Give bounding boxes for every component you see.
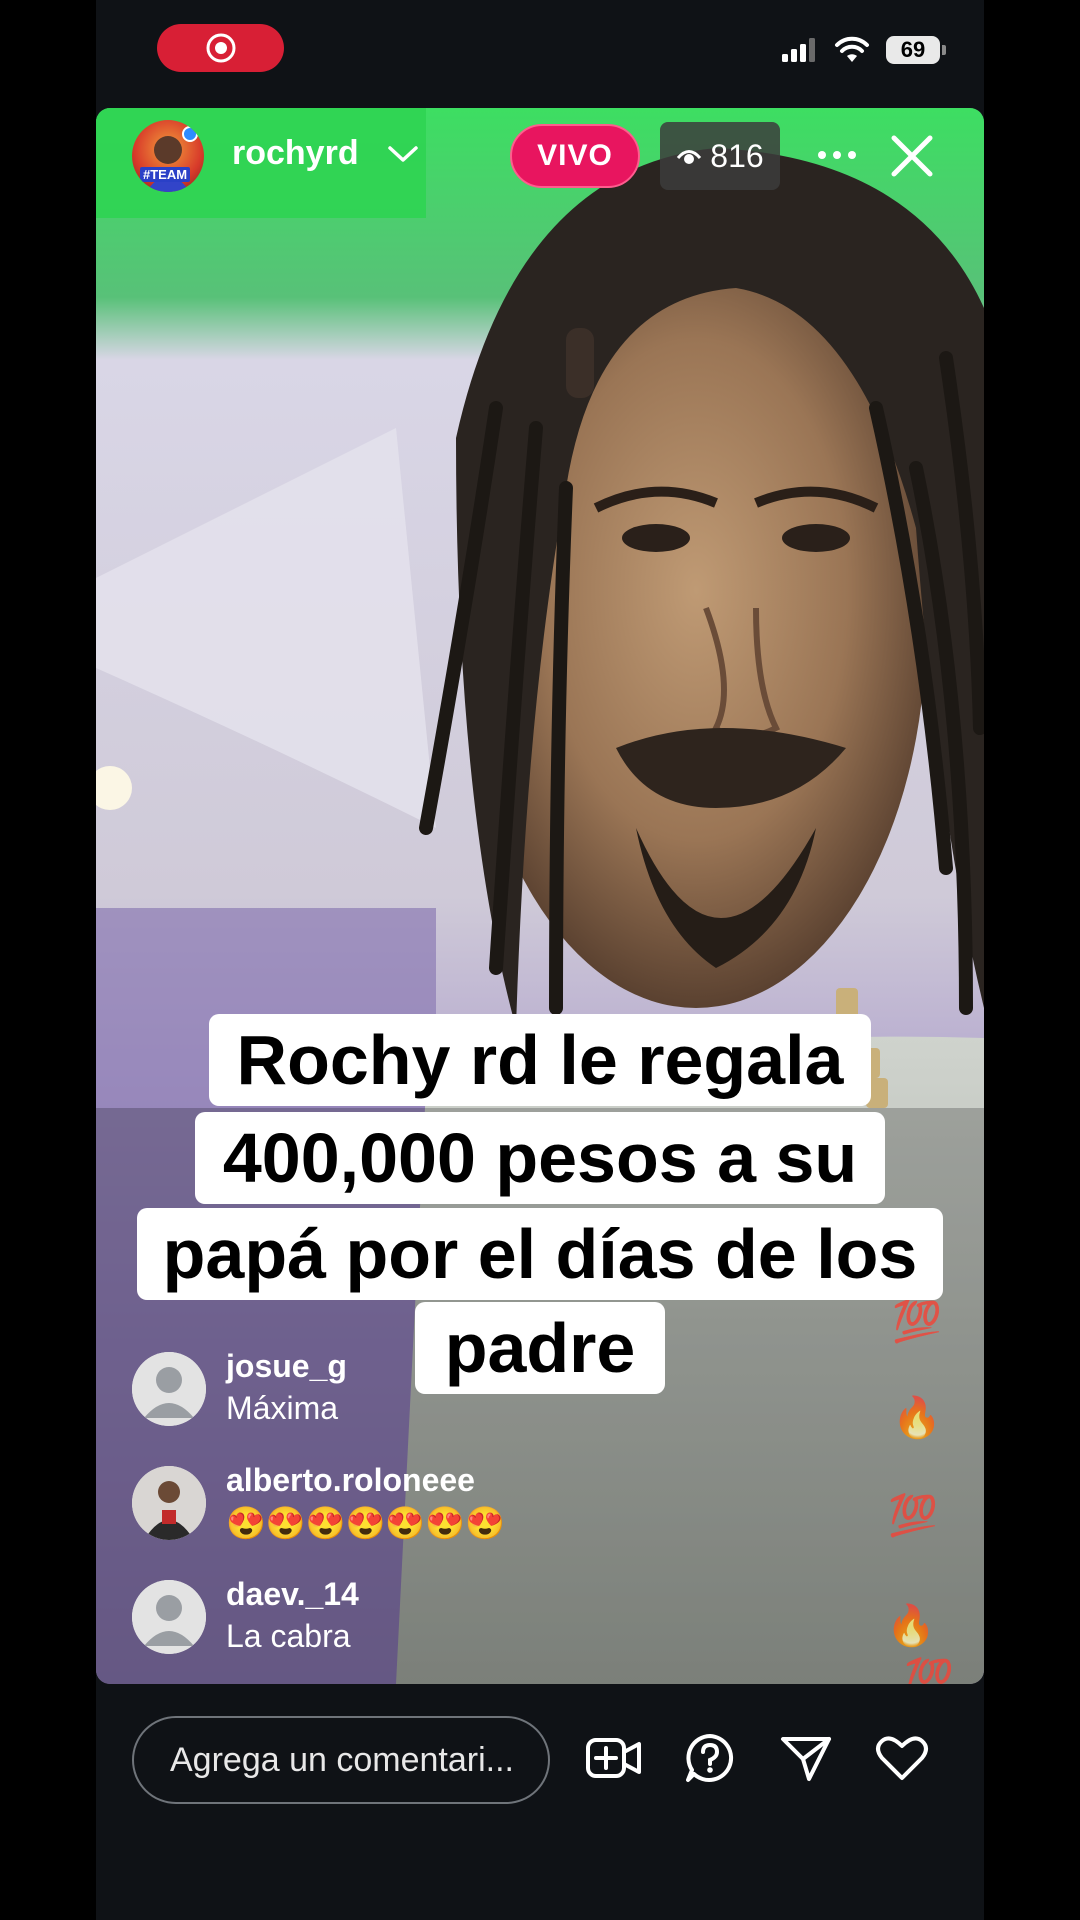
comment-text: La cabra	[226, 1618, 351, 1654]
add-video-button[interactable]	[584, 1728, 644, 1788]
heart-icon	[876, 1736, 928, 1780]
comment-item[interactable]: daev._14 La cabra	[132, 1576, 892, 1660]
phone-screen: 69 #TEAM rochyrd VIVO 816 josue_g Máxima…	[96, 0, 984, 1920]
send-icon	[781, 1737, 831, 1781]
more-dots-icon	[818, 151, 856, 159]
more-options-button[interactable]	[812, 130, 862, 180]
eye-icon	[677, 150, 702, 164]
comment-item[interactable]: alberto.roloneee 😍😍😍😍😍😍😍	[132, 1462, 892, 1546]
live-video[interactable]: #TEAM rochyrd VIVO 816 josue_g Máxima al…	[96, 108, 984, 1684]
viewer-count[interactable]: 816	[660, 122, 780, 190]
battery-indicator: 69	[886, 36, 946, 64]
hundred-points-reaction: 💯	[888, 1494, 938, 1538]
letterbox-right	[984, 0, 1080, 1920]
bottom-bar: Agrega un comentari...	[96, 1684, 984, 1920]
hundred-points-reaction: 💯	[904, 1658, 954, 1684]
fire-reaction: 🔥	[892, 1396, 942, 1440]
live-video-frame	[96, 108, 984, 1684]
caption-line-4: padre	[414, 1302, 666, 1394]
add-video-icon	[586, 1738, 641, 1778]
comment-text: 😍😍😍😍😍😍😍	[226, 1505, 505, 1541]
caption-line-2: 400,000 pesos a su	[194, 1112, 886, 1204]
like-button[interactable]	[872, 1728, 932, 1788]
status-icons: 69	[782, 36, 946, 64]
default-avatar-icon	[132, 1580, 206, 1654]
comment-username[interactable]: daev._14	[226, 1576, 359, 1613]
host-username[interactable]: rochyrd	[232, 134, 359, 173]
user-photo-avatar	[132, 1466, 206, 1540]
wifi-icon	[835, 36, 869, 62]
comment-input[interactable]: Agrega un comentari...	[132, 1716, 550, 1804]
question-button[interactable]	[680, 1728, 740, 1788]
viewer-count-value: 816	[710, 137, 764, 174]
host-avatar[interactable]: #TEAM	[132, 120, 204, 192]
question-icon	[686, 1734, 734, 1782]
caption-line-1: Rochy rd le regala	[208, 1014, 872, 1106]
caption-line: 400,000 pesos a su	[96, 1112, 984, 1204]
comment-username[interactable]: alberto.roloneee	[226, 1462, 475, 1499]
caption-line-3: papá por el días de los	[136, 1208, 944, 1300]
share-button[interactable]	[776, 1728, 836, 1788]
caption-line: papá por el días de los	[96, 1208, 984, 1300]
cellular-signal-icon	[782, 38, 815, 62]
status-bar: 69	[96, 0, 984, 100]
screen-record-indicator[interactable]	[157, 24, 284, 72]
letterbox-left	[0, 0, 96, 1920]
record-icon	[206, 33, 235, 63]
host-avatar-badge: #TEAM	[140, 167, 191, 182]
live-badge: VIVO	[510, 124, 640, 188]
close-icon[interactable]	[886, 130, 938, 182]
caption-line: padre	[96, 1302, 984, 1394]
live-header: #TEAM rochyrd VIVO 816	[96, 108, 984, 218]
fire-reaction: 🔥	[886, 1604, 936, 1648]
comment-text: Máxima	[226, 1390, 339, 1426]
caption-line: Rochy rd le regala	[96, 1014, 984, 1106]
chevron-down-icon[interactable]	[386, 142, 420, 166]
